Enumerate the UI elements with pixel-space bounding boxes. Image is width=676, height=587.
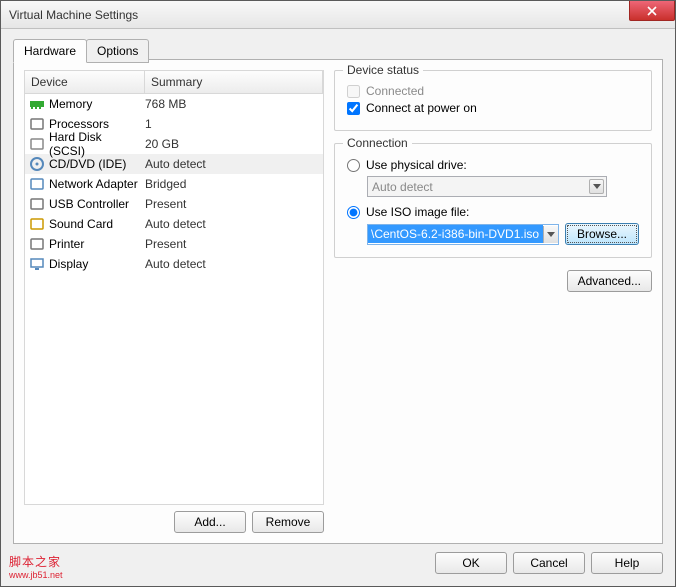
header-summary[interactable]: Summary: [145, 71, 323, 93]
advanced-wrap: Advanced...: [334, 270, 652, 292]
device-summary: Auto detect: [139, 157, 319, 171]
device-summary: 1: [139, 117, 319, 131]
poweron-label: Connect at power on: [366, 101, 477, 115]
watermark-sub: www.jb51.net: [9, 570, 63, 580]
add-button[interactable]: Add...: [174, 511, 246, 533]
advanced-button[interactable]: Advanced...: [567, 270, 652, 292]
device-summary: 768 MB: [139, 97, 319, 111]
table-row[interactable]: USB Controller Present: [25, 194, 323, 214]
device-name: Memory: [49, 97, 92, 111]
device-summary: Bridged: [139, 177, 319, 191]
window: Virtual Machine Settings Hardware Option…: [0, 0, 676, 587]
ok-button[interactable]: OK: [435, 552, 507, 574]
device-name: Display: [49, 257, 88, 271]
connection-group: Connection Use physical drive: Auto dete…: [334, 143, 652, 258]
physical-drive-dropdown: Auto detect: [367, 176, 607, 197]
titlebar: Virtual Machine Settings: [1, 1, 675, 29]
remove-button[interactable]: Remove: [252, 511, 324, 533]
watermark-main: 脚本之家: [9, 555, 61, 569]
device-status-group: Device status Connected Connect at power…: [334, 70, 652, 131]
device-name: USB Controller: [49, 197, 129, 211]
device-name: Printer: [49, 237, 84, 251]
tab-options[interactable]: Options: [86, 39, 149, 63]
browse-button[interactable]: Browse...: [565, 223, 639, 245]
poweron-checkbox[interactable]: [347, 102, 360, 115]
help-button[interactable]: Help: [591, 552, 663, 574]
poweron-checkbox-row[interactable]: Connect at power on: [347, 101, 639, 115]
disk-icon: [29, 136, 45, 152]
close-icon: [647, 6, 657, 16]
usb-icon: [29, 196, 45, 212]
table-row[interactable]: Display Auto detect: [25, 254, 323, 274]
physical-drive-radio[interactable]: [347, 159, 360, 172]
tab-hardware[interactable]: Hardware: [13, 39, 87, 63]
right-column: Device status Connected Connect at power…: [334, 70, 652, 533]
iso-radio[interactable]: [347, 206, 360, 219]
table-row[interactable]: Memory 768 MB: [25, 94, 323, 114]
device-summary: Auto detect: [139, 217, 319, 231]
dialog-buttons: OK Cancel Help: [435, 552, 663, 574]
printer-icon: [29, 236, 45, 252]
tabs: Hardware Options: [13, 39, 663, 63]
device-name: Hard Disk (SCSI): [49, 130, 139, 158]
dropdown-arrow-icon: [589, 179, 604, 194]
device-summary: Auto detect: [139, 257, 319, 271]
iso-dropdown-arrow-icon[interactable]: [543, 226, 558, 243]
device-status-legend: Device status: [343, 63, 423, 77]
net-icon: [29, 176, 45, 192]
sound-icon: [29, 216, 45, 232]
memory-icon: [29, 96, 45, 112]
table-row[interactable]: CD/DVD (IDE) Auto detect: [25, 154, 323, 174]
device-name: CD/DVD (IDE): [49, 157, 126, 171]
iso-row: \CentOS-6.2-i386-bin-DVD1.iso Browse...: [367, 223, 639, 245]
iso-path-input[interactable]: \CentOS-6.2-i386-bin-DVD1.iso: [367, 224, 559, 245]
connected-checkbox-row: Connected: [347, 84, 639, 98]
tabpanel-hardware: Device Summary Memory768 MBProcessors1Ha…: [13, 59, 663, 544]
connected-checkbox: [347, 85, 360, 98]
display-icon: [29, 256, 45, 272]
device-name: Network Adapter: [49, 177, 138, 191]
device-summary: Present: [139, 197, 319, 211]
header-device[interactable]: Device: [25, 71, 145, 93]
cancel-button[interactable]: Cancel: [513, 552, 585, 574]
physical-drive-value: Auto detect: [372, 180, 433, 194]
table-row[interactable]: Network AdapterBridged: [25, 174, 323, 194]
list-buttons: Add... Remove: [24, 511, 324, 533]
close-button[interactable]: [629, 1, 675, 21]
iso-path-value: \CentOS-6.2-i386-bin-DVD1.iso: [368, 225, 543, 243]
device-summary: 20 GB: [139, 137, 319, 151]
device-name: Processors: [49, 117, 109, 131]
physical-drive-label: Use physical drive:: [366, 158, 467, 172]
window-title: Virtual Machine Settings: [9, 8, 138, 22]
connected-label: Connected: [366, 84, 424, 98]
table-row[interactable]: Sound Card Auto detect: [25, 214, 323, 234]
device-summary: Present: [139, 237, 319, 251]
device-list[interactable]: Device Summary Memory768 MBProcessors1Ha…: [24, 70, 324, 505]
list-header: Device Summary: [25, 71, 323, 94]
content-area: Hardware Options Device Summary Memory 76…: [1, 29, 675, 586]
connection-legend: Connection: [343, 136, 412, 150]
left-column: Device Summary Memory768 MBProcessors1Ha…: [24, 70, 324, 533]
device-name: Sound Card: [49, 217, 113, 231]
watermark: 脚本之家 www.jb51.net: [9, 553, 63, 580]
table-row[interactable]: Hard Disk (SCSI)20 GB: [25, 134, 323, 154]
iso-radio-row[interactable]: Use ISO image file:: [347, 205, 639, 219]
table-row[interactable]: Printer Present: [25, 234, 323, 254]
physical-drive-radio-row[interactable]: Use physical drive:: [347, 158, 639, 172]
cd-icon: [29, 156, 45, 172]
iso-label: Use ISO image file:: [366, 205, 469, 219]
